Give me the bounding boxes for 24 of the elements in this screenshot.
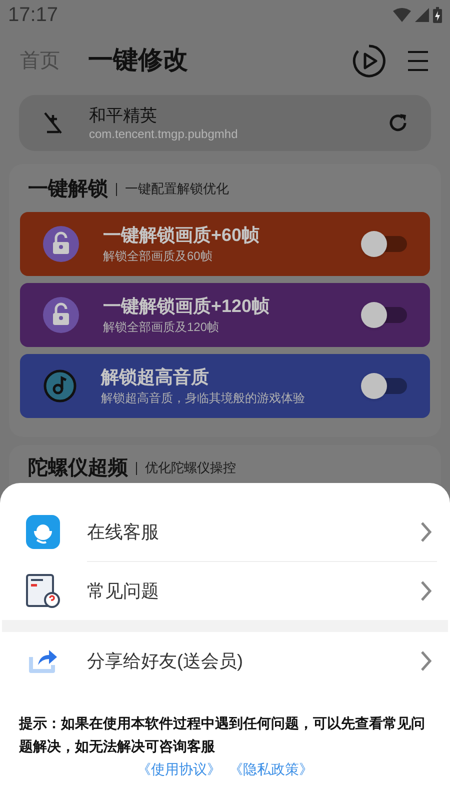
option-title: 解锁超高音质 bbox=[101, 366, 210, 389]
section-subtitle: 一键配置解锁优化 bbox=[125, 180, 229, 198]
menu-row[interactable]: 常见问题 bbox=[0, 562, 450, 620]
menu-label: 在线客服 bbox=[87, 520, 160, 544]
menu-label: 常见问题 bbox=[87, 580, 160, 602]
status-time: 17:17 bbox=[8, 3, 58, 28]
menu-row[interactable]: 在线客服 bbox=[0, 503, 450, 561]
page-title: 一键修改 bbox=[88, 45, 188, 76]
option-subtitle: 解锁超高音质，身临其境般的游戏体验 bbox=[101, 390, 306, 407]
option-title: 一键解锁画质+60帧 bbox=[103, 224, 261, 247]
menu-label: 分享给好友(送会员) bbox=[87, 650, 244, 673]
section-subtitle: 优化陀螺仪操控 bbox=[145, 459, 236, 478]
section-title: 陀螺仪超频 bbox=[28, 456, 128, 481]
menu-row[interactable]: 分享给好友(送会员) bbox=[0, 632, 450, 690]
option-subtitle: 解锁全部画质及60帧 bbox=[103, 248, 214, 265]
app-package: com.tencent.tmgp.pubgmhd bbox=[89, 127, 239, 141]
policy-link[interactable]: 《隐私政策》 bbox=[229, 759, 313, 780]
section-title: 一键解锁 bbox=[28, 177, 108, 202]
app-name: 和平精英 bbox=[89, 105, 158, 127]
option-title: 一键解锁画质+120帧 bbox=[103, 295, 271, 318]
option-subtitle: 解锁全部画质及120帧 bbox=[103, 319, 220, 336]
policy-link[interactable]: 《使用协议》 bbox=[137, 759, 221, 780]
tip-text: 提示：如果在使用本软件过程中遇到任何问题，可以先查看常见问题解决，如无法解决可咨询客服 bbox=[19, 714, 426, 756]
app-card[interactable]: 和平精英 com.tencent.tmgp.pubgmhd bbox=[19, 95, 431, 151]
